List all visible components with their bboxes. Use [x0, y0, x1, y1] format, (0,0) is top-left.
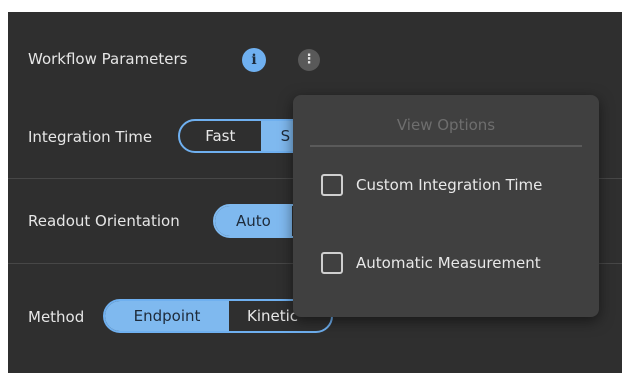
info-icon[interactable]: i — [242, 48, 266, 72]
view-options-menu: View Options Custom Integration Time Aut… — [293, 95, 599, 317]
integration-time-label: Integration Time — [28, 128, 153, 146]
readout-orientation-label: Readout Orientation — [28, 212, 180, 230]
readout-orientation-option-auto[interactable]: Auto — [215, 206, 292, 236]
menu-item-custom-integration-time[interactable]: Custom Integration Time — [321, 174, 542, 196]
menu-divider — [310, 145, 582, 147]
menu-item-label: Custom Integration Time — [356, 176, 543, 194]
more-options-icon[interactable]: ⋮ — [298, 49, 320, 71]
page-title: Workflow Parameters — [28, 50, 188, 68]
custom-integration-time-checkbox[interactable] — [321, 174, 343, 196]
method-option-endpoint[interactable]: Endpoint — [105, 301, 229, 331]
integration-time-option-fast[interactable]: Fast — [180, 121, 261, 151]
menu-item-automatic-measurement[interactable]: Automatic Measurement — [321, 252, 541, 274]
workflow-parameters-panel: Workflow Parameters i ⋮ Integration Time… — [8, 12, 622, 373]
automatic-measurement-checkbox[interactable] — [321, 252, 343, 274]
menu-item-label: Automatic Measurement — [356, 254, 541, 272]
method-label: Method — [28, 308, 85, 326]
view-options-title: View Options — [396, 116, 496, 134]
